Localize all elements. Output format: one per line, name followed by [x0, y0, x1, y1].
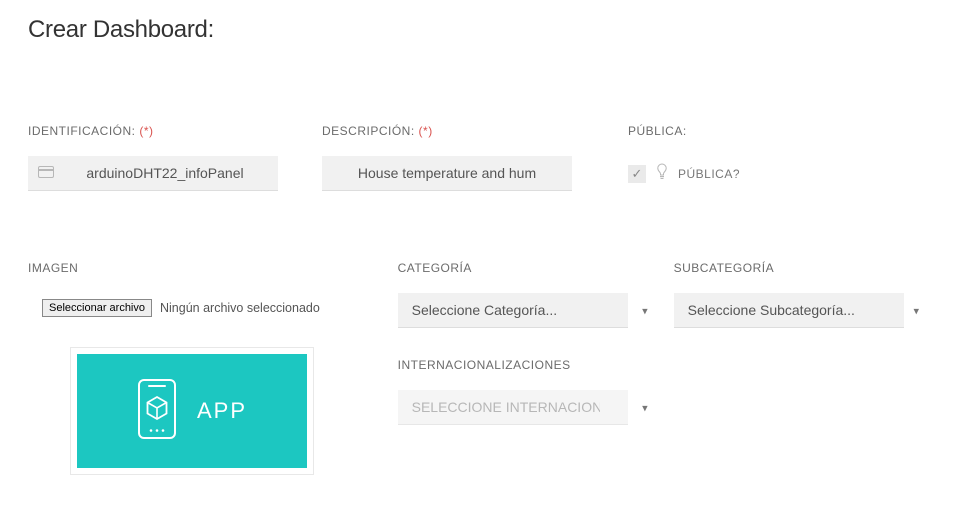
label-subcategoria: SUBCATEGORÍA — [674, 261, 929, 275]
page-title: Crear Dashboard: — [28, 16, 929, 44]
label-identificacion: IDENTIFICACIÓN: (*) — [28, 124, 298, 138]
required-marker: (*) — [139, 124, 153, 138]
label-text: IDENTIFICACIÓN: — [28, 124, 136, 138]
field-categoria: CATEGORÍA Seleccione Categoría... ▾ — [398, 261, 658, 328]
input-wrap-descripcion — [322, 156, 572, 191]
chevron-down-icon: ▾ — [913, 304, 919, 317]
field-imagen: IMAGEN Seleccionar archivo Ningún archiv… — [28, 261, 382, 475]
field-identificacion: IDENTIFICACIÓN: (*) — [28, 124, 298, 191]
intl-select[interactable]: SELECCIONE INTERNACIONALIZACION — [398, 390, 628, 425]
chevron-down-icon: ▾ — [642, 401, 648, 414]
publica-checkbox[interactable]: ✓ — [628, 165, 646, 183]
label-publica: PÚBLICA: — [628, 124, 740, 138]
lightbulb-icon — [656, 163, 668, 184]
label-descripcion: DESCRIPCIÓN: (*) — [322, 124, 592, 138]
label-text: DESCRIPCIÓN: — [322, 124, 415, 138]
image-preview-frame: APP — [70, 347, 314, 475]
required-marker: (*) — [419, 124, 433, 138]
image-preview-card: APP — [77, 354, 307, 468]
label-intl: INTERNACIONALIZACIONES — [398, 358, 658, 372]
col-categoria-group: CATEGORÍA Seleccione Categoría... ▾ INTE… — [398, 261, 658, 475]
file-select-button[interactable]: Seleccionar archivo — [42, 299, 152, 317]
image-preview-text: APP — [197, 398, 247, 424]
field-publica: PÚBLICA: ✓ PÚBLICA? — [628, 124, 740, 191]
field-internacionalizaciones: INTERNACIONALIZACIONES SELECCIONE INTERN… — [398, 358, 658, 425]
phone-icon — [137, 378, 177, 445]
publica-row: ✓ PÚBLICA? — [628, 156, 740, 191]
file-status-text: Ningún archivo seleccionado — [160, 301, 320, 315]
field-subcategoria: SUBCATEGORÍA Seleccione Subcategoría... … — [674, 261, 929, 475]
chevron-down-icon: ▾ — [642, 304, 648, 317]
descripcion-input[interactable] — [322, 156, 572, 191]
form-row-2: IMAGEN Seleccionar archivo Ningún archiv… — [28, 261, 929, 475]
identificacion-input[interactable] — [28, 156, 278, 191]
subcategoria-select[interactable]: Seleccione Subcategoría... — [674, 293, 904, 328]
publica-checkbox-label: PÚBLICA? — [678, 167, 740, 181]
field-descripcion: DESCRIPCIÓN: (*) — [322, 124, 592, 191]
input-wrap-identificacion — [28, 156, 278, 191]
form-row-1: IDENTIFICACIÓN: (*) DESCRIPCIÓN: (*) PÚB… — [28, 124, 929, 191]
file-chooser-row: Seleccionar archivo Ningún archivo selec… — [42, 299, 382, 317]
select-wrap-categoria: Seleccione Categoría... ▾ — [398, 293, 658, 328]
label-categoria: CATEGORÍA — [398, 261, 658, 275]
label-imagen: IMAGEN — [28, 261, 382, 275]
categoria-select[interactable]: Seleccione Categoría... — [398, 293, 628, 328]
card-icon — [38, 165, 54, 183]
select-wrap-subcategoria: Seleccione Subcategoría... ▾ — [674, 293, 929, 328]
select-wrap-intl: SELECCIONE INTERNACIONALIZACION ▾ — [398, 390, 658, 425]
